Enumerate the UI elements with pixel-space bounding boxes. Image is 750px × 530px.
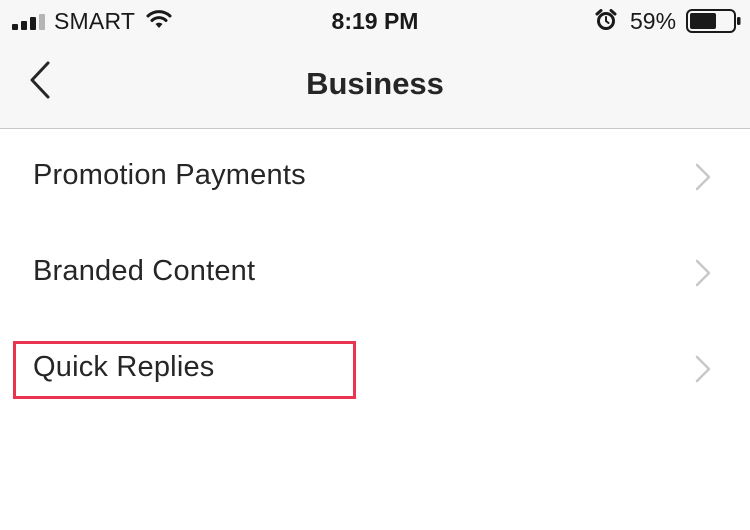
chevron-right-icon bbox=[695, 163, 711, 191]
list-item-label: Branded Content bbox=[33, 255, 256, 287]
list-item-label: Promotion Payments bbox=[33, 159, 306, 191]
list-item-quick-replies[interactable]: Quick Replies bbox=[0, 321, 750, 417]
navigation-bar: Business bbox=[0, 42, 750, 129]
chevron-right-icon bbox=[695, 355, 711, 383]
battery-icon bbox=[686, 9, 741, 33]
list-item-label: Quick Replies bbox=[33, 351, 215, 383]
page-title: Business bbox=[306, 66, 444, 101]
status-bar: SMART 8:19 PM 59% bbox=[0, 0, 750, 42]
list-item-promotion-payments[interactable]: Promotion Payments bbox=[0, 129, 750, 225]
chevron-right-icon bbox=[695, 259, 711, 287]
list-item-branded-content[interactable]: Branded Content bbox=[0, 225, 750, 321]
business-settings-list: Promotion Payments Branded Content Quick… bbox=[0, 129, 750, 417]
alarm-clock-icon bbox=[595, 9, 617, 30]
screen: SMART 8:19 PM 59% Business Promotion Pay… bbox=[0, 0, 750, 530]
battery-percent: 59% bbox=[630, 8, 677, 34]
